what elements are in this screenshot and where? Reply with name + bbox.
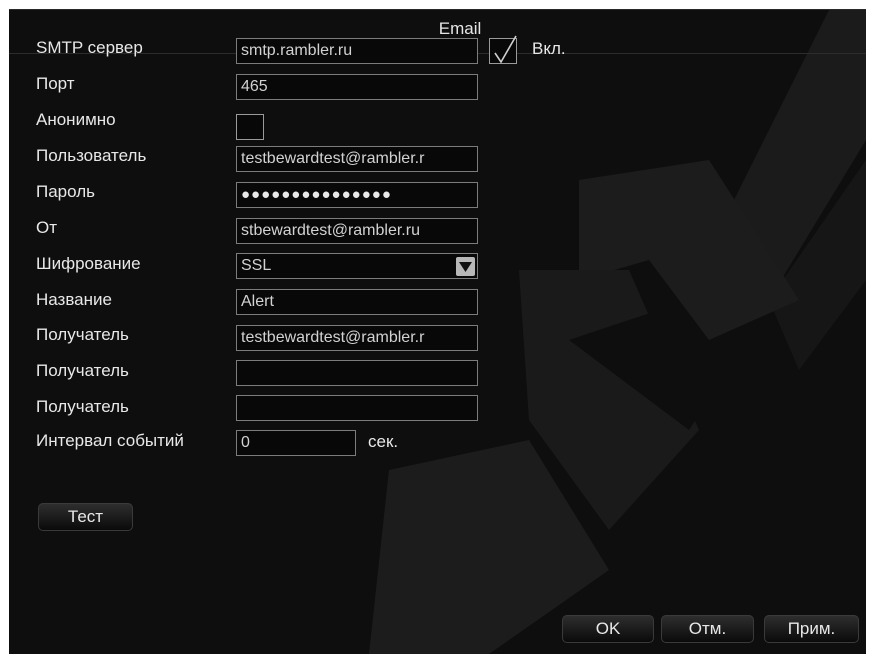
checkmark-icon (494, 35, 517, 64)
subject-label: Название (36, 290, 112, 309)
smtp-enable-label: Вкл. (532, 39, 566, 58)
anonymous-checkbox[interactable] (236, 114, 264, 140)
port-label: Порт (36, 74, 75, 93)
recipient-2-input[interactable] (236, 360, 478, 386)
encryption-select[interactable]: SSL (236, 253, 478, 279)
encryption-value: SSL (241, 257, 272, 274)
encryption-label: Шифрование (36, 254, 141, 273)
email-settings-window: Email SMTP сервер smtp.rambler.ru Вкл. П… (9, 9, 866, 654)
recipient-3-label: Получатель (36, 397, 129, 416)
anonymous-label: Анонимно (36, 110, 116, 129)
from-label: От (36, 218, 58, 237)
subject-input[interactable]: Alert (236, 289, 478, 315)
smtp-server-label: SMTP сервер (36, 38, 143, 57)
cancel-button[interactable]: Отм. (661, 615, 754, 643)
from-input[interactable]: stbewardtest@rambler.ru (236, 218, 478, 244)
password-label: Пароль (36, 182, 95, 201)
password-input[interactable]: ●●●●●●●●●●●●●●● (236, 182, 478, 208)
test-button[interactable]: Тест (38, 503, 133, 531)
recipient-1-label: Получатель (36, 325, 129, 344)
window-title: Email (438, 19, 482, 38)
recipient-3-input[interactable] (236, 395, 478, 421)
interval-unit: сек. (368, 432, 399, 451)
recipient-2-label: Получатель (36, 361, 129, 380)
interval-input[interactable]: 0 (236, 430, 356, 456)
dropdown-arrow-icon[interactable] (456, 257, 475, 276)
user-input[interactable]: testbewardtest@rambler.r (236, 146, 478, 172)
user-label: Пользователь (36, 146, 147, 165)
ok-button[interactable]: OK (562, 615, 654, 643)
apply-button[interactable]: Прим. (764, 615, 859, 643)
interval-label: Интервал событий (36, 431, 184, 450)
port-input[interactable]: 465 (236, 74, 478, 100)
smtp-server-input[interactable]: smtp.rambler.ru (236, 38, 478, 64)
smtp-enable-checkbox[interactable] (489, 35, 517, 64)
recipient-1-input[interactable]: testbewardtest@rambler.r (236, 325, 478, 351)
